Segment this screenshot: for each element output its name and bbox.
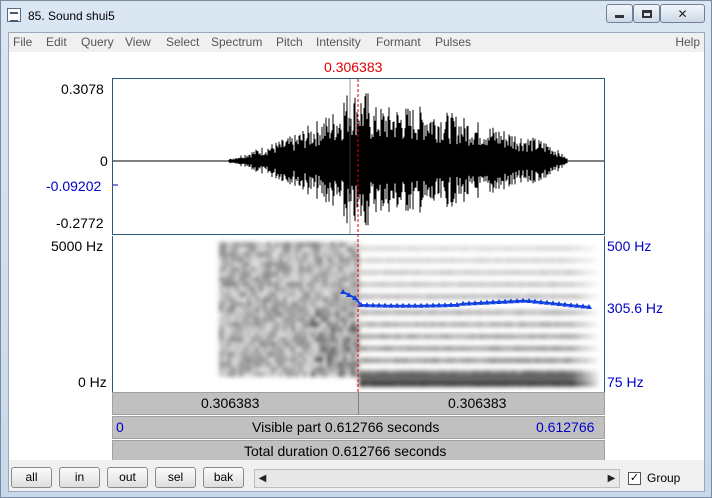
waveform-ymax: 0.3078	[61, 81, 104, 97]
title-bar[interactable]: 85. Sound shui5 ✕	[1, 1, 711, 31]
sound-editor[interactable]: 0.306383 0.3078 0 -0.09202 -0.2772 5000 …	[9, 52, 704, 463]
waveform-panel[interactable]	[112, 78, 605, 235]
cursor-time-label: 0.306383	[324, 59, 383, 75]
window-icon	[7, 8, 21, 22]
close-button[interactable]: ✕	[660, 4, 705, 23]
group-checkbox[interactable]: ✓	[628, 472, 641, 485]
visible-part-bar[interactable]: 0 Visible part 0.612766 seconds 0.612766	[112, 416, 605, 439]
menu-bar: File Edit Query View Select Spectrum Pit…	[9, 33, 704, 52]
visible-part-label: Visible part 0.612766 seconds	[252, 419, 440, 435]
segment-divider	[358, 393, 359, 414]
visible-start: 0	[116, 419, 124, 435]
spectrogram-freq-top: 5000 Hz	[51, 238, 104, 254]
waveform-ymin: -0.2772	[56, 215, 104, 231]
pitch-top-label: 500 Hz	[607, 238, 652, 254]
client-area: File Edit Query View Select Spectrum Pit…	[8, 32, 705, 492]
selection-bar[interactable]: 0.306383 0.306383	[112, 392, 605, 415]
waveform-yzero: 0	[100, 153, 108, 169]
spectrogram-freq-bottom: 0 Hz	[78, 374, 107, 390]
menu-help[interactable]: Help	[675, 35, 700, 49]
total-duration-label: Total duration 0.612766 seconds	[244, 443, 447, 459]
zoom-all-button[interactable]: all	[11, 467, 52, 488]
right-segment-duration[interactable]: 0.306383	[448, 395, 506, 411]
horizontal-scrollbar[interactable]: ◀ ▶	[254, 469, 620, 488]
minimize-icon	[615, 15, 624, 18]
menu-pulses[interactable]: Pulses	[435, 35, 471, 49]
bottom-toolbar: all in out sel bak ◀ ▶ ✓ Group	[9, 460, 704, 491]
group-label: Group	[647, 471, 681, 485]
menu-query[interactable]: Query	[81, 35, 114, 49]
pitch-bottom-label: 75 Hz	[607, 374, 644, 390]
menu-file[interactable]: File	[13, 35, 32, 49]
scroll-left-icon[interactable]: ◀	[255, 470, 270, 487]
left-segment-duration[interactable]: 0.306383	[201, 395, 259, 411]
zoom-out-button[interactable]: out	[107, 467, 148, 488]
menu-pitch[interactable]: Pitch	[276, 35, 303, 49]
zoom-sel-button[interactable]: sel	[155, 467, 196, 488]
zoom-in-button[interactable]: in	[59, 467, 100, 488]
maximize-icon	[641, 9, 652, 18]
menu-view[interactable]: View	[125, 35, 151, 49]
close-icon: ✕	[677, 6, 688, 21]
maximize-button[interactable]	[633, 4, 660, 23]
zoom-back-button[interactable]: bak	[203, 467, 244, 488]
menu-edit[interactable]: Edit	[46, 35, 67, 49]
menu-spectrum[interactable]: Spectrum	[211, 35, 262, 49]
menu-intensity[interactable]: Intensity	[316, 35, 361, 49]
minimize-button[interactable]	[606, 4, 633, 23]
menu-select[interactable]: Select	[166, 35, 199, 49]
waveform-ycursor: -0.09202	[46, 178, 102, 194]
scroll-right-icon[interactable]: ▶	[604, 470, 619, 487]
menu-formant[interactable]: Formant	[376, 35, 421, 49]
window-title: 85. Sound shui5	[28, 9, 115, 23]
visible-end: 0.612766	[536, 419, 595, 435]
pitch-value-label: 305.6 Hz	[607, 300, 664, 316]
spectrogram-panel[interactable]	[112, 236, 605, 392]
praat-sound-window: 85. Sound shui5 ✕ File Edit Query View S…	[0, 0, 712, 498]
